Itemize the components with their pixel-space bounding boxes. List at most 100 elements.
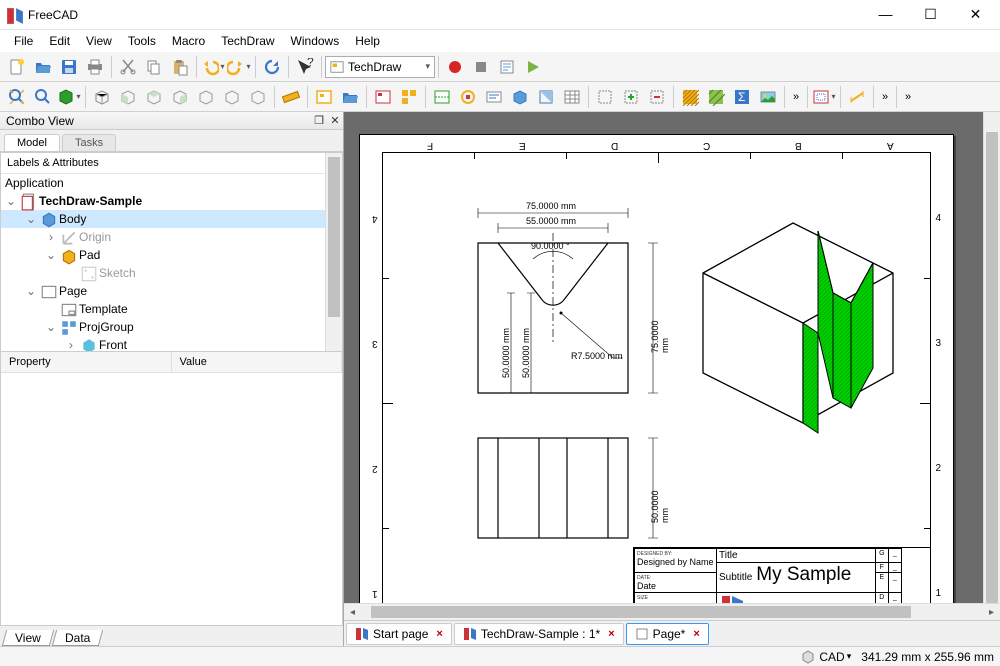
app-icon — [6, 7, 22, 23]
new-page-button[interactable] — [311, 84, 337, 110]
front-view-button[interactable] — [115, 84, 141, 110]
image-button[interactable] — [755, 84, 781, 110]
tree-toggle[interactable]: › — [45, 231, 57, 243]
menu-tools[interactable]: Tools — [120, 32, 164, 50]
drawing-canvas[interactable]: F E D C B A F E D C B A 4 3 2 — [344, 112, 1000, 603]
tree-toggle[interactable]: › — [65, 339, 77, 351]
menu-techdraw[interactable]: TechDraw — [213, 32, 282, 50]
tree-scrollbar[interactable] — [325, 153, 342, 351]
insert-spreadsheet-button[interactable] — [559, 84, 585, 110]
maximize-button[interactable]: ☐ — [908, 0, 953, 29]
top-view-button[interactable] — [141, 84, 167, 110]
rear-view-button[interactable] — [193, 84, 219, 110]
toolbar-overflow-3[interactable]: » — [900, 84, 916, 110]
canvas-scrollbar-h[interactable]: ◂ ▸ — [344, 603, 1000, 620]
insert-arch-view-button[interactable] — [533, 84, 559, 110]
dim-length-button[interactable] — [844, 84, 870, 110]
left-view-button[interactable] — [245, 84, 271, 110]
menu-macro[interactable]: Macro — [164, 32, 213, 50]
tree-projgroup[interactable]: ProjGroup — [79, 320, 134, 334]
canvas-scrollbar-v[interactable] — [983, 112, 1000, 603]
measure-button[interactable] — [278, 84, 304, 110]
symbol-button[interactable]: Σ — [729, 84, 755, 110]
redo-button[interactable]: ▾ — [226, 54, 252, 80]
new-button[interactable] — [4, 54, 30, 80]
insert-view-button[interactable] — [370, 84, 396, 110]
close-icon[interactable]: × — [436, 628, 442, 640]
insert-projgroup-button[interactable] — [396, 84, 422, 110]
bottom-view-button[interactable] — [219, 84, 245, 110]
insert-annotation-button[interactable] — [481, 84, 507, 110]
close-icon[interactable]: × — [608, 628, 614, 640]
tree-page[interactable]: Page — [59, 284, 87, 298]
tab-data[interactable]: Data — [52, 630, 104, 646]
nav-cube-icon[interactable] — [801, 650, 815, 664]
tab-tasks[interactable]: Tasks — [62, 134, 116, 151]
doc-tab-page[interactable]: Page*× — [626, 623, 709, 645]
fit-all-button[interactable] — [4, 84, 30, 110]
menu-file[interactable]: File — [6, 32, 41, 50]
scroll-left-button[interactable]: ◂ — [344, 604, 361, 621]
open-button[interactable] — [30, 54, 56, 80]
close-button[interactable]: ✕ — [953, 0, 998, 29]
tree-view[interactable]: Labels & Attributes Application ⌄TechDra… — [0, 152, 343, 352]
save-button[interactable] — [56, 54, 82, 80]
undo-button[interactable]: ▾ — [200, 54, 226, 80]
macro-stop-button[interactable] — [468, 54, 494, 80]
hatch-geom-button[interactable] — [703, 84, 729, 110]
paste-button[interactable] — [167, 54, 193, 80]
doc-tab-sample[interactable]: TechDraw-Sample : 1*× — [454, 623, 624, 645]
tree-toggle[interactable]: ⌄ — [25, 213, 37, 225]
panel-float-button[interactable]: ❐ — [311, 114, 327, 127]
tab-view[interactable]: View — [2, 630, 54, 646]
insert-section-button[interactable] — [429, 84, 455, 110]
doc-tab-start[interactable]: Start page× — [346, 623, 452, 645]
macro-list-button[interactable] — [494, 54, 520, 80]
refresh-button[interactable] — [259, 54, 285, 80]
tree-toggle[interactable]: ⌄ — [5, 195, 17, 207]
toggle-frames-button[interactable]: ▾ — [811, 84, 837, 110]
macro-record-button[interactable] — [442, 54, 468, 80]
tree-origin[interactable]: Origin — [79, 230, 111, 244]
cut-button[interactable] — [115, 54, 141, 80]
menu-view[interactable]: View — [78, 32, 120, 50]
nav-style-label[interactable]: CAD — [819, 650, 844, 664]
scroll-right-button[interactable]: ▸ — [983, 604, 1000, 621]
workbench-selector[interactable]: TechDraw ▾ — [325, 56, 435, 78]
tree-pad[interactable]: Pad — [79, 248, 100, 262]
projgroup-icon — [60, 319, 76, 335]
whats-this-button[interactable]: ? — [292, 54, 318, 80]
tree-toggle[interactable]: ⌄ — [45, 321, 57, 333]
toolbar-overflow-2[interactable]: » — [877, 84, 893, 110]
panel-close-button[interactable]: ✕ — [327, 114, 343, 127]
fit-selection-button[interactable] — [30, 84, 56, 110]
macro-run-button[interactable] — [520, 54, 546, 80]
menu-edit[interactable]: Edit — [41, 32, 78, 50]
tree-doc[interactable]: TechDraw-Sample — [39, 194, 142, 208]
insert-draft-view-button[interactable] — [507, 84, 533, 110]
new-page-template-button[interactable] — [337, 84, 363, 110]
tree-toggle[interactable]: ⌄ — [25, 285, 37, 297]
iso-view-button[interactable] — [89, 84, 115, 110]
toolbar-overflow-1[interactable]: » — [788, 84, 804, 110]
menu-windows[interactable]: Windows — [283, 32, 348, 50]
tree-front[interactable]: Front — [99, 338, 127, 352]
hatch-button[interactable] — [677, 84, 703, 110]
right-view-button[interactable] — [167, 84, 193, 110]
insert-detail-button[interactable] — [455, 84, 481, 110]
tree-toggle[interactable]: ⌄ — [45, 249, 57, 261]
clip-add-button[interactable] — [618, 84, 644, 110]
close-icon[interactable]: × — [693, 628, 699, 640]
clip-remove-button[interactable] — [644, 84, 670, 110]
clip-group-button[interactable] — [592, 84, 618, 110]
draw-style-button[interactable]: ▾ — [56, 84, 82, 110]
tab-model[interactable]: Model — [4, 134, 60, 151]
tree-template[interactable]: Template — [79, 302, 128, 316]
nav-style-dropdown-icon[interactable]: ▾ — [847, 651, 852, 662]
tree-sketch[interactable]: Sketch — [99, 266, 136, 280]
minimize-button[interactable]: — — [863, 0, 908, 29]
menu-help[interactable]: Help — [347, 32, 388, 50]
print-button[interactable] — [82, 54, 108, 80]
copy-button[interactable] — [141, 54, 167, 80]
tree-body[interactable]: Body — [59, 212, 86, 226]
